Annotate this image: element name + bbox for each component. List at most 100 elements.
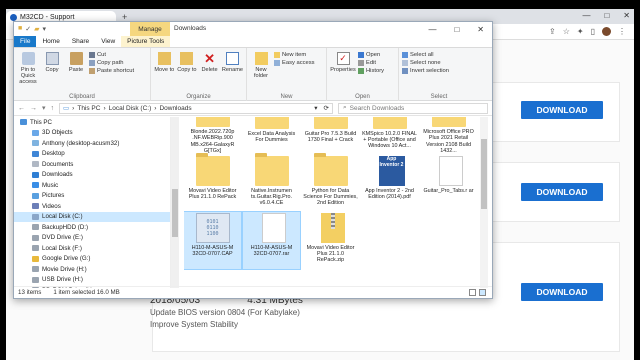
file-item[interactable]: App Inventor 2 App Inventor 2 - 2nd Editi… <box>361 155 418 212</box>
maximize-button[interactable]: □ <box>454 25 459 34</box>
select-none-button[interactable]: Select none <box>402 60 449 66</box>
forward-icon[interactable]: → <box>30 105 37 112</box>
breadcrumb-local-disk[interactable]: Local Disk (C:) <box>109 105 152 112</box>
maximize-button[interactable]: □ <box>604 11 609 20</box>
invert-selection-button[interactable]: Invert selection <box>402 68 449 74</box>
file-item[interactable]: Python for Data Science For Dummies, 2nd… <box>302 153 359 212</box>
file-item[interactable]: Blonde.2022.720p .NF.WEBRip.900 MB.x264-… <box>184 117 241 155</box>
file-item[interactable]: Guitar_Pro_Tabs.r ar <box>420 155 477 212</box>
easy-access-icon <box>274 60 280 66</box>
nav-item[interactable]: Desktop <box>14 149 170 160</box>
navigation-pane: This PC 3D Objects Anthony (desktop-acusm3… <box>14 117 171 288</box>
select-all-button[interactable]: Select all <box>402 52 449 58</box>
nav-scrollbar[interactable] <box>171 117 179 288</box>
select-all-icon <box>402 52 408 58</box>
search-input[interactable]: ⌕ Search Downloads <box>338 102 488 114</box>
nav-item[interactable]: Music <box>14 180 170 191</box>
folder-icon <box>254 117 289 129</box>
invert-selection-label: Invert selection <box>410 68 449 74</box>
minimize-button[interactable]: — <box>582 11 590 20</box>
tab-home[interactable]: Home <box>36 36 65 47</box>
search-placeholder: Search Downloads <box>349 104 405 112</box>
nav-item[interactable]: This PC <box>14 117 170 128</box>
open-button[interactable]: Open <box>358 52 384 58</box>
copy-path-button[interactable]: Copy path <box>89 60 134 66</box>
puzzle-icon[interactable]: ✦ <box>577 27 584 36</box>
large-icons-view-icon[interactable] <box>479 289 486 296</box>
avatar[interactable] <box>602 27 611 36</box>
address-bar[interactable]: ▭ › This PC › Local Disk (C:) › Download… <box>59 102 333 114</box>
file-item[interactable]: Excel Data Analysis For Dummies <box>243 117 300 155</box>
edit-button[interactable]: Edit <box>358 60 384 66</box>
browser-window-controls: — □ ✕ <box>582 9 630 22</box>
content-scrollbar-thumb[interactable] <box>481 139 487 209</box>
file-item[interactable]: H110-M-ASUS-M 32CD-0707.rar <box>242 211 301 270</box>
nav-item[interactable]: Documents <box>14 159 170 170</box>
content-scrollbar[interactable] <box>480 117 488 288</box>
nav-scrollbar-thumb[interactable] <box>172 189 178 237</box>
file-item[interactable]: Guitar Pro 7.5.3 Build 1730 Final + Crac… <box>302 117 359 155</box>
nav-item-label: Anthony (desktop-acusm32) <box>42 139 120 147</box>
nav-item-label: Downloads <box>42 171 73 179</box>
history-button[interactable]: History <box>358 68 384 74</box>
new-item-button[interactable]: New item <box>274 52 315 58</box>
download-button[interactable]: DOWNLOAD <box>521 183 603 201</box>
select-all-label: Select all <box>410 52 434 58</box>
recent-dropdown-icon[interactable]: ▾ <box>42 104 46 112</box>
file-item[interactable]: Microsoft Office PRO Plus 2021 Retail Ve… <box>420 117 477 155</box>
nav-item-icon <box>32 255 39 262</box>
nav-item[interactable]: DVD Drive (E:) <box>14 233 170 244</box>
nav-item[interactable]: Google Drive (G:) <box>14 254 170 265</box>
back-icon[interactable]: ← <box>18 105 25 112</box>
file-item[interactable]: KMSpico 10.2.0 FINAL + Portable (Office … <box>361 117 418 155</box>
paste-shortcut-button[interactable]: Paste shortcut <box>89 68 134 74</box>
properties-icon: ✓ <box>336 52 350 65</box>
nav-item[interactable]: Videos <box>14 201 170 212</box>
nav-item[interactable]: Pictures <box>14 191 170 202</box>
nav-item[interactable]: Downloads <box>14 170 170 181</box>
file-item[interactable]: Native.Instrumen ts.Guitar.Rig.Pro. v6.0… <box>243 153 300 212</box>
menu-icon[interactable]: ⋮ <box>618 27 626 36</box>
new-item-label: New item <box>282 52 307 58</box>
file-name: Guitar Pro 7.5.3 Build 1730 Final + Crac… <box>304 131 357 144</box>
tab-share[interactable]: Share <box>66 36 95 47</box>
nav-item[interactable]: Movie Drive (H:) <box>14 264 170 275</box>
zip-icon <box>321 213 345 243</box>
tab-picture-tools[interactable]: Picture Tools <box>121 36 171 47</box>
breadcrumb-downloads[interactable]: Downloads <box>159 105 191 112</box>
star-icon[interactable]: ☆ <box>563 27 570 36</box>
minimize-button[interactable]: — <box>428 25 436 34</box>
up-icon[interactable]: ↑ <box>51 105 55 112</box>
nav-item[interactable]: Local Disk (F:) <box>14 243 170 254</box>
edit-icon <box>358 60 364 66</box>
nav-item[interactable]: Local Disk (C:) <box>14 211 170 222</box>
download-button[interactable]: DOWNLOAD <box>521 101 603 119</box>
tab-view[interactable]: View <box>95 36 121 47</box>
qa-dropdown-icon[interactable]: ▾ <box>43 25 47 33</box>
pin-label: Pin to Quick access <box>19 67 37 85</box>
file-item[interactable]: Movavi Video Editor Plus 21.1.0 RePack <box>184 153 241 212</box>
details-view-icon[interactable] <box>469 289 476 296</box>
nav-item[interactable]: BackupHDD (D:) <box>14 222 170 233</box>
file-item[interactable]: Movavi Video Editor Plus 21.1.0 RePack.z… <box>302 212 359 269</box>
new-folder-icon[interactable]: ▰ <box>34 25 39 33</box>
share-icon[interactable]: ⇪ <box>549 27 556 36</box>
breadcrumb-this-pc[interactable]: This PC <box>77 105 100 112</box>
download-button[interactable]: DOWNLOAD <box>521 283 603 301</box>
tab-file[interactable]: File <box>14 36 37 47</box>
clipboard-group: Pin to Quick access Copy Paste Cut Copy … <box>14 48 151 101</box>
file-item[interactable]: 0101 0110 1100 H110-M-ASUS-M 32CD-0707.CA… <box>184 211 242 270</box>
address-dropdown-icon[interactable]: ▾ <box>314 104 320 112</box>
manage-tab[interactable]: Manage <box>130 22 170 36</box>
close-button[interactable]: ✕ <box>623 11 630 20</box>
nav-item[interactable]: 3D Objects <box>14 128 170 139</box>
easy-access-button[interactable]: Easy access <box>274 60 315 66</box>
cut-button[interactable]: Cut <box>89 52 134 58</box>
close-button[interactable]: ✕ <box>477 25 484 34</box>
nav-item[interactable]: Anthony (desktop-acusm32) <box>14 138 170 149</box>
refresh-icon[interactable]: ⟳ <box>324 104 332 112</box>
sidepanel-icon[interactable]: ▯ <box>591 27 595 36</box>
nav-item[interactable]: USB Drive (H:) <box>14 275 170 286</box>
properties-icon[interactable]: ✓ <box>25 25 31 33</box>
nav-item-label: Music <box>42 181 59 189</box>
